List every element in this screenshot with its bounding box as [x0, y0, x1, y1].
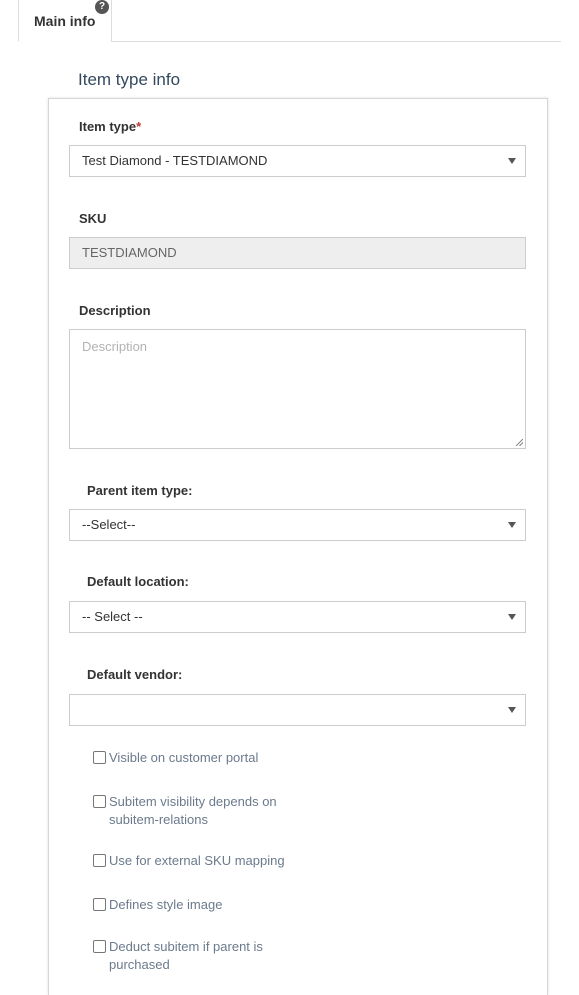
default-location-select[interactable]: -- Select -- [69, 601, 526, 633]
visible-on-customer-portal-option[interactable]: Visible on customer portal [93, 749, 323, 767]
chevron-down-icon [508, 522, 516, 528]
item-type-label-text: Item type [79, 119, 137, 134]
parent-item-type-select[interactable]: --Select-- [69, 509, 526, 541]
deduct-subitem-checkbox[interactable] [93, 940, 106, 953]
item-type-select[interactable]: Test Diamond - TESTDIAMOND [69, 145, 526, 177]
tab-main-info-label: Main info [34, 13, 96, 29]
checkbox-label: Subitem visibility depends on subitem-re… [109, 794, 277, 827]
chevron-down-icon [508, 614, 516, 620]
subitem-visibility-option[interactable]: Subitem visibility depends on subitem-re… [93, 793, 303, 829]
external-sku-mapping-checkbox[interactable] [93, 854, 106, 867]
item-type-value: Test Diamond - TESTDIAMOND [82, 153, 268, 168]
default-location-value: -- Select -- [82, 609, 143, 624]
external-sku-mapping-option[interactable]: Use for external SKU mapping [93, 852, 323, 870]
tab-bar-divider [111, 41, 561, 42]
chevron-down-icon [508, 707, 516, 713]
default-vendor-select[interactable] [69, 694, 526, 726]
sku-label: SKU [79, 211, 107, 226]
parent-item-type-label: Parent item type: [87, 483, 193, 498]
visible-on-customer-portal-checkbox[interactable] [93, 751, 106, 764]
item-type-label: Item type* [79, 119, 141, 134]
help-icon[interactable]: ? [95, 0, 109, 14]
checkbox-label: Deduct subitem if parent is purchased [109, 939, 263, 972]
subitem-visibility-checkbox[interactable] [93, 795, 106, 808]
parent-item-type-value: --Select-- [82, 517, 136, 532]
section-title: Item type info [78, 70, 181, 89]
description-label: Description [79, 303, 151, 318]
deduct-subitem-option[interactable]: Deduct subitem if parent is purchased [93, 938, 293, 974]
tab-bar: Main info ? [0, 0, 561, 42]
chevron-down-icon [508, 158, 516, 164]
required-marker: * [136, 119, 142, 134]
default-vendor-label: Default vendor: [87, 667, 183, 682]
checkbox-label: Defines style image [109, 897, 223, 912]
checkbox-label: Use for external SKU mapping [109, 853, 285, 868]
sku-field: TESTDIAMOND [69, 237, 526, 269]
item-type-info-panel: Item type* Test Diamond - TESTDIAMOND SK… [48, 98, 548, 995]
resize-handle-icon[interactable] [516, 439, 523, 446]
sku-value: TESTDIAMOND [82, 245, 177, 260]
checkbox-label: Visible on customer portal [109, 750, 259, 765]
description-placeholder: Description [82, 339, 148, 354]
default-location-label: Default location: [87, 574, 189, 589]
defines-style-image-option[interactable]: Defines style image [93, 896, 323, 914]
defines-style-image-checkbox[interactable] [93, 898, 106, 911]
description-textarea[interactable]: Description [69, 329, 526, 449]
